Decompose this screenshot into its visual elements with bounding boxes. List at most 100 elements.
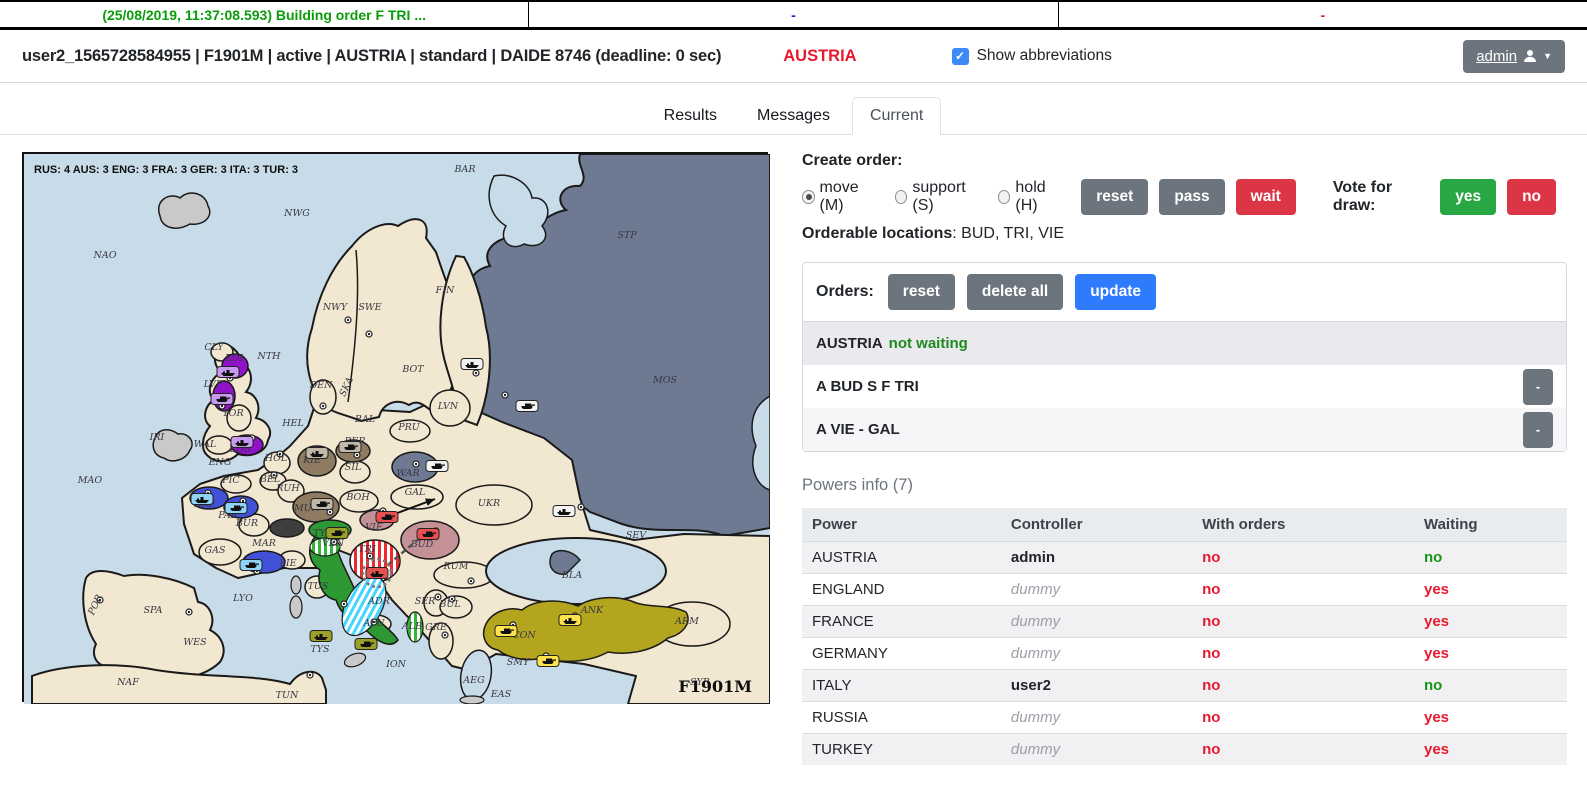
province-label: BEL — [259, 474, 280, 485]
orders-update-button[interactable]: update — [1075, 274, 1156, 310]
radio-move[interactable]: move (M) — [802, 179, 879, 215]
province-label: FIN — [435, 285, 455, 296]
status-cell-2: - — [528, 2, 1057, 27]
province-label: BUR — [235, 518, 258, 529]
power-row: TURKEYdummynoyes — [802, 734, 1567, 766]
province-label: UKR — [478, 498, 500, 509]
unit-fra-fleet[interactable] — [191, 494, 213, 505]
province-label: LVN — [437, 401, 459, 412]
orders-power-status: not waiting — [889, 335, 968, 352]
province-label: BOT — [401, 364, 424, 375]
tab-current[interactable]: Current — [852, 97, 941, 135]
unit-tur-army[interactable] — [495, 626, 517, 637]
powers-table-body: AUSTRIAadminnonoENGLANDdummynoyesFRANCEd… — [802, 542, 1567, 766]
unit-rus-army[interactable] — [516, 401, 538, 412]
show-abbreviations-checkbox[interactable]: ✓ — [952, 48, 969, 65]
remove-order-button[interactable]: - — [1523, 412, 1553, 448]
province-label: MAR — [251, 538, 276, 549]
show-abbreviations-label[interactable]: Show abbreviations — [977, 47, 1112, 65]
province-label: SER — [415, 596, 436, 607]
radio-move-control[interactable] — [802, 190, 815, 204]
power-row: AUSTRIAadminnono — [802, 542, 1567, 574]
vote-no-button[interactable]: no — [1507, 179, 1556, 215]
radio-support-control[interactable] — [895, 190, 908, 204]
unit-tur-army[interactable] — [537, 656, 559, 667]
pass-button[interactable]: pass — [1159, 179, 1224, 215]
orders-delete-all-button[interactable]: delete all — [967, 274, 1063, 310]
unit-aus-fleet[interactable] — [366, 568, 388, 579]
status-bar: (25/08/2019, 11:37:08.593) Building orde… — [0, 0, 1587, 30]
province-label: VEN — [322, 538, 345, 549]
orders-power-row: AUSTRIA not waiting — [803, 322, 1566, 365]
supply-center-dot — [502, 392, 508, 398]
order-item: A VIE - GAL- — [803, 408, 1566, 451]
unit-ger-army[interactable] — [311, 499, 333, 510]
province-label: PIC — [221, 475, 240, 486]
remove-order-button[interactable]: - — [1523, 369, 1553, 405]
powers-info-title: Powers info (7) — [802, 476, 1567, 495]
unit-rus-fleet[interactable] — [461, 359, 483, 370]
right-panel: Create order: move (M) support (S) hold … — [802, 152, 1567, 765]
vote-yes-button[interactable]: yes — [1440, 179, 1496, 215]
radio-support[interactable]: support (S) — [895, 179, 982, 215]
iceland — [159, 193, 210, 228]
unit-rus-army[interactable] — [426, 461, 448, 472]
province-label: DEN — [309, 380, 334, 391]
admin-menu-button[interactable]: admin ▼ — [1463, 40, 1565, 73]
province-label: LVP — [203, 379, 223, 390]
province-label: SPA — [144, 605, 163, 616]
reset-order-button[interactable]: reset — [1081, 179, 1148, 215]
supply-center-dot — [341, 601, 347, 607]
unit-tur-fleet[interactable] — [559, 615, 581, 626]
status-cell-3: - — [1058, 2, 1587, 27]
province-label: RUM — [443, 561, 469, 572]
province-label: GAS — [205, 545, 226, 556]
orders-reset-button[interactable]: reset — [888, 274, 955, 310]
province-label: BLA — [561, 570, 582, 581]
radio-hold[interactable]: hold (H) — [998, 179, 1065, 215]
diplomacy-map[interactable]: NAONWGBARSTPMOSSEVUKRLVNPRUWARGALFINBOTN… — [22, 152, 768, 702]
province-label: SEV — [626, 530, 647, 541]
province-label: NWG — [283, 208, 310, 219]
province-label: GRE — [425, 622, 447, 633]
tab-results[interactable]: Results — [646, 97, 735, 135]
supply-center-dot — [473, 370, 479, 376]
unit-ger-army[interactable] — [339, 442, 361, 453]
admin-username: admin — [1476, 48, 1517, 65]
province-label: HOL — [264, 453, 287, 464]
unit-rus-fleet[interactable] — [553, 506, 575, 517]
unit-fra-army[interactable] — [240, 560, 262, 571]
user-icon — [1523, 49, 1537, 63]
unit-ger-fleet[interactable] — [306, 448, 328, 459]
province-label: SWE — [358, 302, 381, 313]
province-label: MAO — [77, 475, 103, 486]
orders-title: Orders: — [816, 283, 874, 301]
province-label: TUN — [276, 690, 299, 701]
unit-ita-fleet[interactable] — [310, 631, 332, 642]
unit-ita-army[interactable] — [326, 528, 348, 539]
province-label: BAL — [354, 414, 375, 425]
order-item: A BUD S F TRI - — [803, 365, 1566, 408]
unit-aus-army[interactable] — [417, 529, 439, 540]
order-text: A BUD S F TRI — [816, 378, 919, 395]
game-info: user2_1565728584955 | F1901M | active | … — [22, 47, 721, 66]
wait-button[interactable]: wait — [1236, 179, 1296, 215]
supply-center-dot — [413, 461, 419, 467]
unit-ita-army[interactable] — [355, 639, 377, 650]
orders-power-name: AUSTRIA — [816, 335, 883, 352]
create-order-controls: move (M) support (S) hold (H) reset pass… — [802, 179, 1567, 215]
radio-hold-control[interactable] — [998, 190, 1011, 204]
province-label: MOS — [652, 375, 678, 386]
unit-eng-fleet[interactable] — [231, 437, 253, 448]
phase-label: F1901M — [678, 677, 752, 696]
unit-fra-army[interactable] — [225, 503, 247, 514]
unit-eng-fleet[interactable] — [217, 367, 239, 378]
province-label: BUD — [410, 539, 434, 550]
tab-messages[interactable]: Messages — [739, 97, 848, 135]
province-label: SMY — [507, 657, 531, 668]
chevron-down-icon: ▼ — [1543, 51, 1552, 61]
unit-eng-army[interactable] — [211, 394, 233, 405]
province-label: BAR — [454, 164, 476, 175]
province-label: YOR — [222, 408, 243, 419]
unit-aus-army[interactable] — [376, 512, 398, 523]
